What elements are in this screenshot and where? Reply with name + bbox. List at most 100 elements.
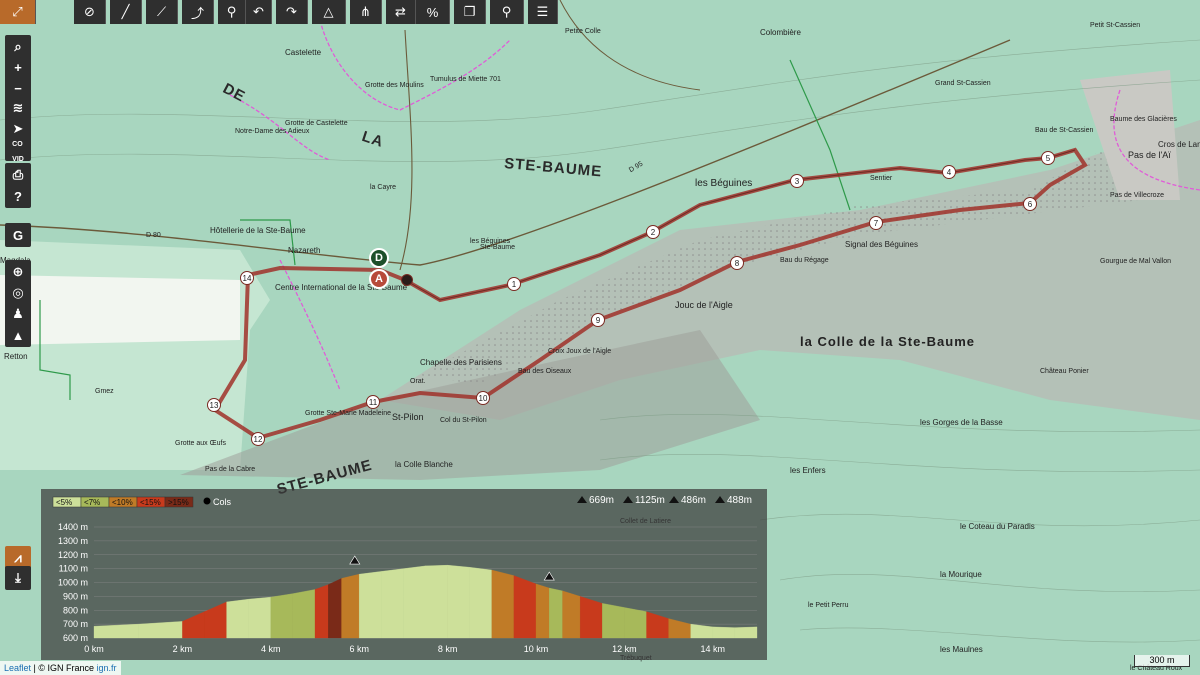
legend-label: <7% <box>84 498 100 507</box>
profile-segment <box>182 611 205 639</box>
attribution-text: | © IGN France <box>31 663 95 673</box>
y-tick-label: 900 m <box>63 591 88 601</box>
search-icon: ⌕ <box>14 39 22 54</box>
undo-icon: ↶ <box>253 4 264 19</box>
eye-off-button[interactable]: ⊘ <box>74 0 106 24</box>
zoom-out-icon: − <box>14 80 22 96</box>
layers-expand-button[interactable]: ⤢ <box>0 0 36 24</box>
bike-button[interactable]: ⚲ <box>218 0 246 24</box>
download-icon: ⤓ <box>15 570 21 585</box>
waypoint-marker[interactable]: 2 <box>646 225 660 239</box>
route-node-button[interactable]: ⤴ <box>182 0 214 24</box>
waypoint-marker[interactable]: 8 <box>730 256 744 270</box>
profile-segment <box>447 564 470 639</box>
route-node-icon: ⤴ <box>190 5 204 21</box>
profile-segment <box>602 603 625 639</box>
waypoint-marker[interactable]: 12 <box>251 432 265 446</box>
waypoint-marker[interactable]: 4 <box>942 165 956 179</box>
waypoint-marker[interactable]: 6 <box>1023 197 1037 211</box>
x-tick-label: 8 km <box>438 644 458 654</box>
x-tick-label: 2 km <box>173 644 193 654</box>
profile-segment <box>425 565 448 639</box>
swap-button[interactable]: ⇄ <box>386 0 416 24</box>
waypoint-marker[interactable]: 14 <box>240 271 254 285</box>
profile-segment <box>292 589 316 639</box>
percent-button[interactable]: % <box>416 0 450 24</box>
stat-value: 1125m <box>635 495 665 506</box>
covid-button[interactable]: CO VID <box>5 137 31 163</box>
attribution: Leaflet | © IGN France ign.fr <box>0 661 121 675</box>
copy-button[interactable]: ❐ <box>454 0 486 24</box>
top-toolbar: ⤢ ⊘ ╱ ⟋ ⤴ ⚲ ↶ ↷ △ ⋔ ⇄% ❐ ⚲ ☰ <box>0 0 1200 24</box>
layers-icon: ≋ <box>12 100 24 115</box>
download-button[interactable]: ⤓ <box>5 566 31 590</box>
waypoint-marker[interactable]: 10 <box>476 391 490 405</box>
bike-icon: ⚲ <box>226 4 237 19</box>
waypoint-marker[interactable]: 7 <box>869 216 883 230</box>
profile-segment <box>314 584 329 639</box>
eye-off-icon: ⊘ <box>84 4 95 19</box>
triangle-nodes-icon: △ <box>323 4 334 19</box>
profile-segment <box>668 618 691 639</box>
waypoint-marker[interactable]: 9 <box>591 313 605 327</box>
end-marker[interactable]: A <box>369 269 389 289</box>
mountain-icon: ▲ <box>11 327 25 343</box>
redo-button[interactable]: ↷ <box>276 0 308 24</box>
draw-line-icon: ╱ <box>121 4 130 19</box>
profile-segment <box>513 575 537 639</box>
pin-icon: ⚲ <box>501 4 512 19</box>
mountain-button[interactable]: ▲ <box>5 323 31 347</box>
waypoint-marker[interactable]: 5 <box>1041 151 1055 165</box>
crosshair-icon: ⊕ <box>12 264 24 279</box>
profile-segment <box>491 569 515 639</box>
waypoint-marker[interactable]: 3 <box>790 174 804 188</box>
ign-link[interactable]: ign.fr <box>97 663 117 673</box>
leaflet-link[interactable]: Leaflet <box>4 663 31 673</box>
max-alt-icon <box>623 496 633 503</box>
profile-segment <box>712 626 736 639</box>
profile-segment <box>204 601 227 639</box>
elevation-profile-panel[interactable]: <5% <7% <10% <15% >15% Cols 669m 1125m 486m 488m 6… <box>41 489 767 660</box>
legend-label: <15% <box>140 498 161 507</box>
google-button[interactable]: G <box>5 223 31 247</box>
zoom-in-icon: + <box>14 59 22 75</box>
triangle-nodes-button[interactable]: △ <box>312 0 346 24</box>
profile-segment <box>734 626 758 639</box>
profile-segment <box>690 623 713 639</box>
hiker-icon: ♟ <box>12 306 24 321</box>
waypoint-marker[interactable]: 13 <box>207 398 221 412</box>
stat-value: 486m <box>681 495 706 506</box>
profile-segment <box>359 571 382 639</box>
waypoint-marker[interactable]: 1 <box>507 277 521 291</box>
start-marker[interactable]: D <box>369 248 389 268</box>
profile-segment <box>535 583 550 639</box>
y-tick-label: 1300 m <box>58 536 88 546</box>
cursor-point-marker[interactable] <box>401 274 413 286</box>
profile-segment <box>646 611 669 639</box>
legend-label: <10% <box>112 498 133 507</box>
draw-line-button[interactable]: ╱ <box>110 0 142 24</box>
help-button[interactable]: ? <box>5 184 31 208</box>
tree-nodes-button[interactable]: ⋔ <box>350 0 382 24</box>
menu-button[interactable]: ☰ <box>528 0 558 24</box>
x-tick-label: 4 km <box>261 644 281 654</box>
scale-bar: 300 m <box>1134 655 1190 667</box>
waypoint-marker[interactable]: 11 <box>366 395 380 409</box>
copy-icon: ❐ <box>463 4 476 19</box>
layers-expand-icon: ⤢ <box>12 4 23 19</box>
ascent-icon <box>669 496 679 503</box>
undo-button[interactable]: ↶ <box>246 0 272 24</box>
cols-label: Cols <box>213 497 232 507</box>
route-button[interactable]: ⟋ <box>146 0 178 24</box>
google-icon: G <box>12 227 24 243</box>
pin-button[interactable]: ⚲ <box>490 0 524 24</box>
legend-label: >15% <box>168 498 189 507</box>
y-tick-label: 600 m <box>63 633 88 643</box>
cols-dot-icon <box>203 497 211 505</box>
col-marker-icon <box>349 555 361 565</box>
min-alt-icon <box>577 496 587 503</box>
profile-segment <box>328 578 342 639</box>
profile-chart-icon: ⩘ <box>14 550 22 565</box>
y-tick-label: 1200 m <box>58 550 88 560</box>
redo-icon: ↷ <box>286 4 297 19</box>
